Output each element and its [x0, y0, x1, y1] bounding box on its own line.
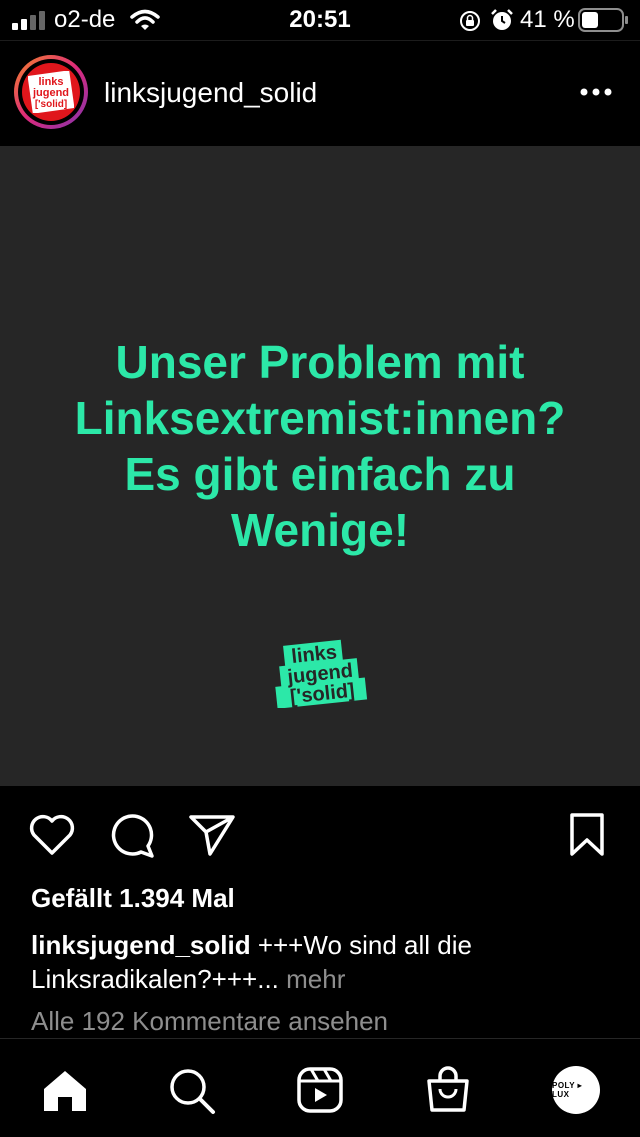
more-horizontal-icon[interactable] — [578, 71, 614, 111]
likes-count[interactable]: Gefällt 1.394 Mal — [31, 883, 235, 914]
home-icon[interactable] — [42, 1069, 88, 1113]
avatar[interactable]: links jugend ['solid] — [14, 55, 88, 129]
profile-avatar-text: POLY ▸ LUX — [552, 1081, 583, 1099]
comment-icon[interactable] — [108, 812, 156, 858]
post-image[interactable]: Unser Problem mit Linksextremist:innen? … — [0, 146, 640, 786]
linksjugend-logo-small: links jugend ['solid] — [28, 71, 74, 113]
heart-icon[interactable] — [28, 813, 76, 857]
battery-icon — [578, 8, 628, 32]
more-link[interactable]: mehr — [279, 964, 345, 994]
share-icon[interactable] — [188, 812, 236, 856]
avatar-logo: links jugend ['solid] — [22, 63, 80, 121]
svg-text:['solid]: ['solid] — [35, 99, 67, 110]
status-bar: o2-de 20:51 41 % — [0, 0, 640, 40]
alarm-icon — [491, 9, 513, 30]
linksjugend-logo: links jugend ['solid] — [275, 639, 368, 708]
caption-username[interactable]: linksjugend_solid — [31, 930, 251, 960]
battery-percent: 41 % — [520, 6, 575, 33]
profile-avatar[interactable]: POLY ▸ LUX — [552, 1066, 600, 1114]
shop-icon[interactable] — [426, 1065, 470, 1113]
search-icon[interactable] — [168, 1067, 216, 1115]
caption: linksjugend_solid +++Wo sind all die Lin… — [31, 928, 611, 996]
svg-text:jugend: jugend — [32, 87, 69, 99]
bookmark-icon[interactable] — [568, 812, 608, 856]
tab-bar: POLY ▸ LUX — [0, 1038, 640, 1137]
username-link[interactable]: linksjugend_solid — [104, 77, 317, 109]
orientation-lock-icon — [460, 11, 480, 31]
view-comments-link[interactable]: Alle 192 Kommentare ansehen — [31, 1006, 388, 1037]
post-headline: Unser Problem mit Linksextremist:innen? … — [74, 336, 566, 556]
reels-icon[interactable] — [297, 1067, 343, 1113]
post-header: links jugend ['solid] linksjugend_solid — [0, 40, 640, 147]
